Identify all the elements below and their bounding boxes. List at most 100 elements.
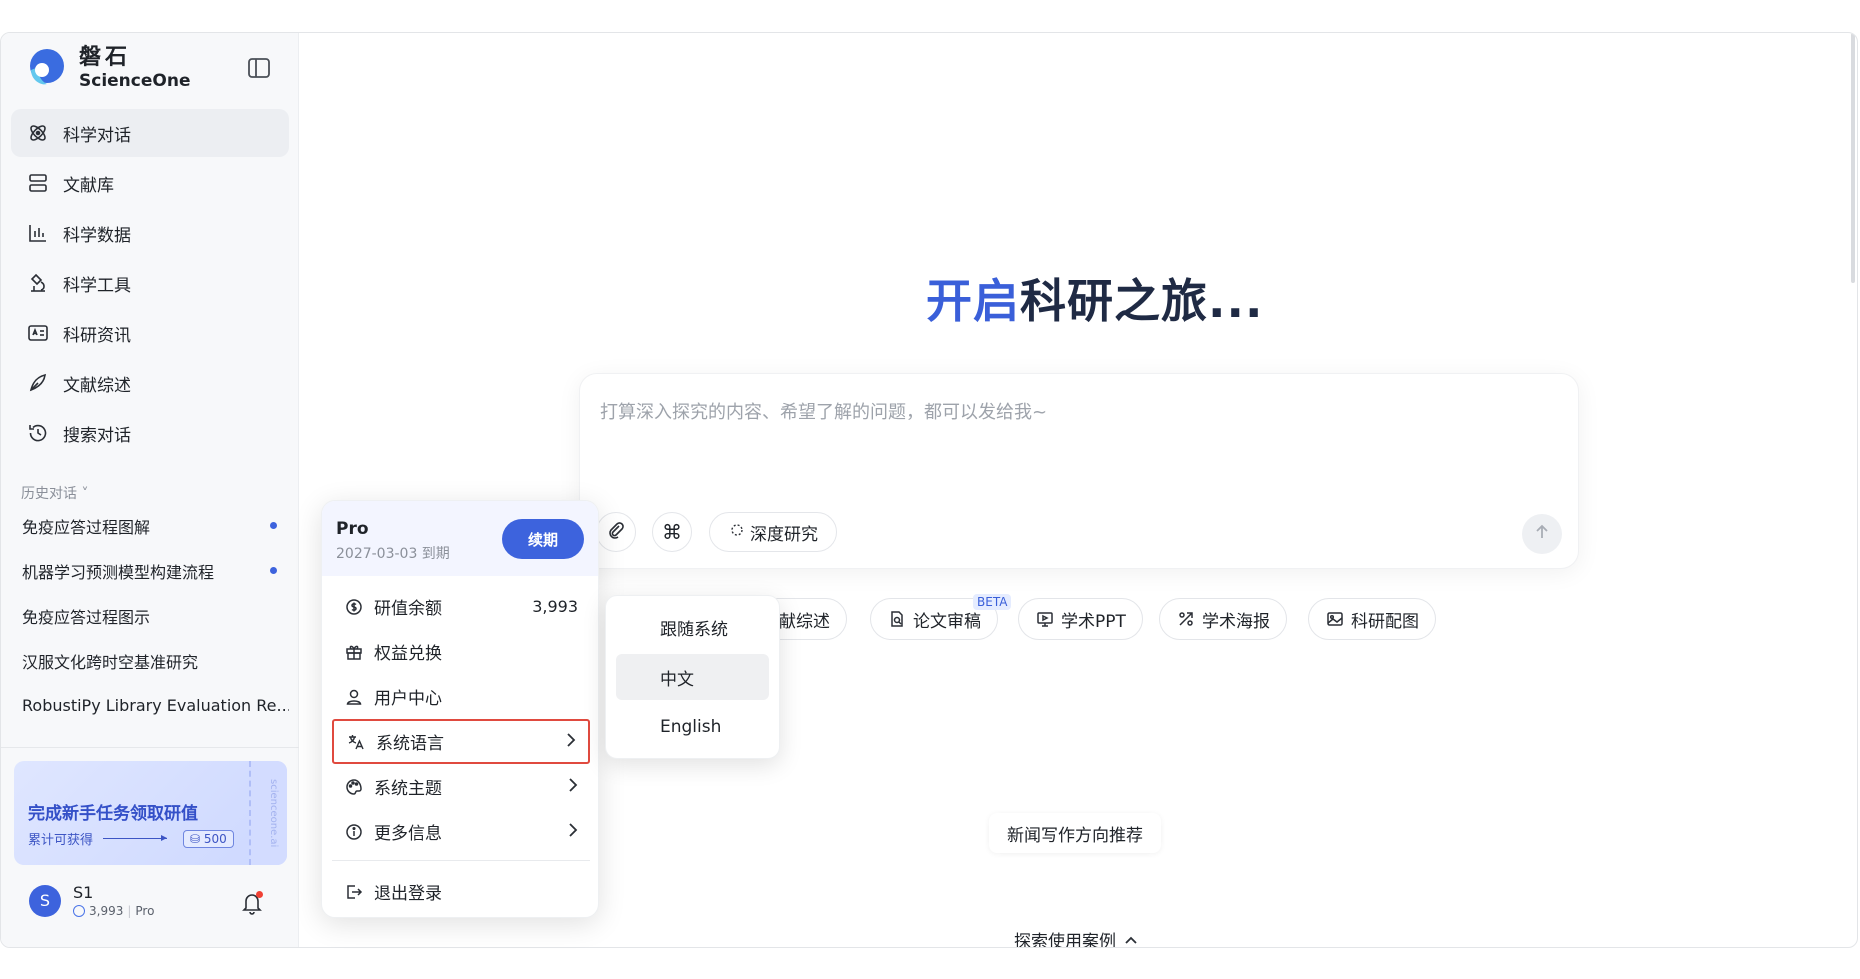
chart-icon [27, 222, 49, 244]
notification-badge [256, 891, 263, 898]
menu-item-balance[interactable]: 研值余额 3,993 [332, 584, 590, 629]
deep-research-toggle[interactable]: 深度研究 [709, 512, 837, 552]
menu-item-redeem[interactable]: 权益兑换 [332, 629, 590, 674]
avatar: S [29, 884, 61, 917]
translate-icon [346, 732, 366, 752]
history-item[interactable]: 免疫应答过程图示 [11, 593, 289, 638]
brand-logo-icon [25, 46, 65, 90]
unread-dot [270, 567, 277, 574]
sidebar: 磐石 ScienceOne 科学对话 文献库 科学数据 科学工具 科研资讯 文献… [1, 33, 299, 947]
nav-label: 文献综述 [63, 375, 131, 396]
reward-badge: ⛁ 500 [183, 829, 234, 848]
microscope-icon [27, 272, 49, 294]
news-writing-suggestion[interactable]: 新闻写作方向推荐 [989, 813, 1161, 853]
logout-icon [344, 882, 364, 902]
renew-button[interactable]: 续期 [502, 519, 584, 559]
plan-name: Pro [336, 519, 369, 539]
pen-icon [27, 372, 49, 394]
doc-search-icon [887, 609, 907, 629]
nav-item-research-news[interactable]: 科研资讯 [11, 309, 289, 357]
chevron-right-icon [566, 732, 576, 752]
arrow-icon [103, 835, 168, 841]
history-section-toggle[interactable]: 历史对话 ˅ [21, 483, 88, 503]
explore-use-cases[interactable]: 探索使用案例 [1014, 927, 1138, 948]
menu-item-user-center[interactable]: 用户中心 [332, 674, 590, 719]
paperclip-icon [607, 521, 625, 544]
promo-ticket-stub: scienceone.ai [249, 761, 287, 865]
poster-icon [1176, 609, 1196, 629]
chat-input[interactable]: 打算深入探究的内容、希望了解的问题，都可以发给我~ [600, 398, 1047, 424]
language-option-english[interactable]: English [616, 704, 769, 750]
chevron-up-icon [1124, 930, 1138, 948]
library-icon [27, 172, 49, 194]
coin-icon [73, 905, 85, 917]
menu-item-system-theme[interactable]: 系统主题 [332, 764, 590, 809]
promo-subtitle: 累计可获得 ⛁ 500 [28, 829, 234, 848]
news-icon [27, 322, 49, 344]
history-item[interactable]: RobustiPy Library Evaluation Re... [11, 683, 289, 728]
history-item[interactable]: 免疫应答过程图解 [11, 503, 289, 548]
chip-academic-ppt[interactable]: 学术PPT [1018, 598, 1143, 640]
menu-item-system-language[interactable]: 系统语言 [332, 719, 590, 764]
nav-label: 科学数据 [63, 225, 131, 246]
atom-icon [27, 122, 49, 144]
history-item[interactable]: 机器学习预测模型构建流程 [11, 548, 289, 593]
nav-label: 科学对话 [63, 125, 131, 146]
nav-item-science-data[interactable]: 科学数据 [11, 209, 289, 257]
attach-button[interactable] [596, 512, 636, 552]
command-button[interactable]: ⌘ [652, 512, 692, 552]
chip-academic-poster[interactable]: 学术海报 [1159, 598, 1287, 640]
chip-research-figure[interactable]: 科研配图 [1308, 598, 1436, 640]
nav-item-library[interactable]: 文献库 [11, 159, 289, 207]
nav-label: 科学工具 [63, 275, 131, 296]
brand[interactable]: 磐石 ScienceOne [25, 45, 190, 91]
nav-label: 科研资讯 [63, 325, 131, 346]
sparkle-icon [728, 521, 746, 544]
coin-icon [344, 597, 364, 617]
chat-input-box[interactable]: 打算深入探究的内容、希望了解的问题，都可以发给我~ ⌘ 深度研究 [579, 373, 1579, 569]
info-icon [344, 822, 364, 842]
scrollbar[interactable] [1851, 33, 1855, 283]
notification-bell-icon[interactable] [241, 891, 263, 915]
presentation-icon [1035, 609, 1055, 629]
user-profile[interactable]: S S1 3,993 | Pro [29, 883, 154, 918]
history-icon [27, 422, 49, 444]
history-item[interactable]: 汉服文化跨时空基准研究 [11, 638, 289, 683]
app-window: 磐石 ScienceOne 科学对话 文献库 科学数据 科学工具 科研资讯 文献… [0, 32, 1858, 948]
plan-expiry: 2027-03-03 到期 [336, 546, 450, 562]
page-title: 开启科研之旅... [926, 274, 1264, 328]
menu-item-logout[interactable]: 退出登录 [332, 869, 590, 914]
nav-item-science-chat[interactable]: 科学对话 [11, 109, 289, 157]
language-option-follow-system[interactable]: 跟随系统 [616, 604, 769, 650]
plan-header: Pro 2027-03-03 到期 续期 [322, 501, 598, 576]
unread-dot [270, 522, 277, 529]
image-icon [1325, 609, 1345, 629]
user-meta: 3,993 | Pro [73, 904, 154, 918]
nav-item-search-chat[interactable]: 搜索对话 [11, 409, 289, 457]
send-button[interactable] [1522, 514, 1562, 554]
arrow-up-icon [1533, 523, 1551, 545]
nav-label: 文献库 [63, 175, 114, 196]
language-submenu: 跟随系统 中文 English [605, 595, 780, 759]
history-list: 免疫应答过程图解 机器学习预测模型构建流程 免疫应答过程图示 汉服文化跨时空基准… [11, 503, 289, 728]
palette-icon [344, 777, 364, 797]
brand-name-cn: 磐石 [79, 45, 132, 70]
language-option-chinese[interactable]: 中文 [616, 654, 769, 700]
divider [1, 747, 299, 748]
chevron-right-icon [568, 777, 578, 797]
newbie-task-banner[interactable]: 完成新手任务领取研值 累计可获得 ⛁ 500 scienceone.ai [14, 761, 287, 865]
gift-icon [344, 642, 364, 662]
brand-name-en: ScienceOne [79, 71, 191, 91]
nav-item-science-tools[interactable]: 科学工具 [11, 259, 289, 307]
balance-value: 3,993 [532, 597, 578, 616]
chevron-right-icon [568, 822, 578, 842]
user-name: S1 [73, 883, 94, 902]
account-menu: 研值余额 3,993 权益兑换 用户中心 系统语言 系统主题 更多信息 退出登录 [332, 584, 590, 914]
beta-badge: BETA [973, 594, 1012, 610]
sidebar-collapse-icon[interactable] [247, 57, 271, 79]
command-icon: ⌘ [662, 520, 682, 544]
nav-item-literature-review[interactable]: 文献综述 [11, 359, 289, 407]
user-icon [344, 687, 364, 707]
menu-item-more-info[interactable]: 更多信息 [332, 809, 590, 854]
promo-title: 完成新手任务领取研值 [28, 804, 198, 824]
